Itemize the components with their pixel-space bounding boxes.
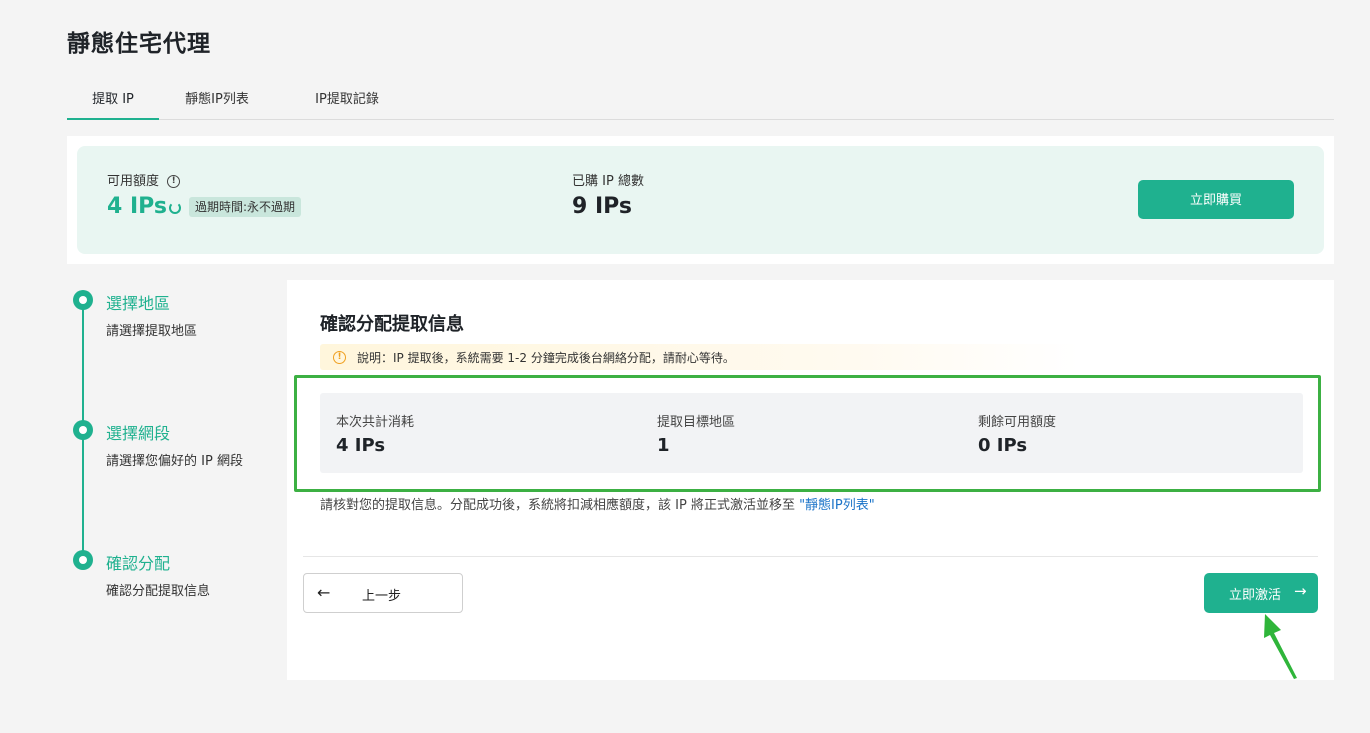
buy-now-button[interactable]: 立即購買: [1138, 180, 1294, 219]
stats-box: 本次共計消耗 4 IPs 提取目標地區 1 剩餘可用額度 0 IPs: [320, 393, 1303, 473]
tab-static-ip-list[interactable]: 靜態IP列表: [167, 82, 267, 120]
stat-remaining-label: 剩餘可用額度: [978, 415, 1057, 430]
purchased-total-label: 已購 IP 總數: [572, 174, 644, 189]
confirm-text: 請核對您的提取信息。分配成功後，系統將扣減相應額度，該 IP 將正式激活並移至 …: [320, 494, 875, 513]
page-title: 靜態住宅代理: [67, 31, 211, 57]
stat-target-region-value: 1: [657, 435, 670, 456]
summary-card: 可用額度 ! 4 IPs 過期時間:永不過期 已購 IP 總數 9 IPs 立即…: [77, 146, 1324, 254]
arrow-left-icon: ←: [317, 583, 331, 602]
stat-target-region-label: 提取目標地區: [657, 415, 736, 430]
available-quota-label: 可用額度: [107, 174, 160, 189]
step-1-desc: 請選擇提取地區: [106, 324, 198, 339]
back-button[interactable]: ← 上一步: [303, 573, 463, 613]
confirm-text-body: 請核對您的提取信息。分配成功後，系統將扣減相應額度，該 IP 將正式激活並移至: [320, 498, 800, 513]
expire-badge: 過期時間:永不過期: [189, 197, 302, 217]
purchased-total-value: 9 IPs: [572, 194, 632, 219]
warning-icon: !: [333, 351, 346, 364]
stat-consumption-value: 4 IPs: [336, 435, 386, 456]
activate-now-button[interactable]: 立即激活 →: [1204, 573, 1318, 613]
notice-text: 說明：IP 提取後，系統需要 1-2 分鐘完成後台網絡分配，請耐心等待。: [357, 351, 735, 365]
step-2-desc: 請選擇您偏好的 IP 網段: [106, 454, 243, 469]
highlight-box: 本次共計消耗 4 IPs 提取目標地區 1 剩餘可用額度 0 IPs: [294, 375, 1321, 492]
step-2-dot-icon: [73, 420, 93, 440]
back-button-label: 上一步: [362, 589, 402, 604]
step-3-desc: 確認分配提取信息: [106, 584, 211, 599]
panel-title: 確認分配提取信息: [320, 314, 464, 335]
activate-button-label: 立即激活: [1229, 588, 1282, 603]
page: 靜態住宅代理 提取 IP 靜態IP列表 IP提取記錄 可用額度 ! 4 IPs …: [0, 0, 1370, 733]
static-ip-list-link[interactable]: "靜態IP列表": [799, 498, 875, 513]
available-quota-heading: 可用額度 !: [107, 170, 181, 189]
stepper: 選擇地區 請選擇提取地區 選擇網段 請選擇您偏好的 IP 網段 確認分配 確認分…: [72, 288, 272, 618]
stat-consumption-label: 本次共計消耗: [336, 415, 415, 430]
tab-ip-extract-records[interactable]: IP提取記錄: [287, 82, 407, 120]
divider: [303, 556, 1318, 557]
annotation-arrow-icon: [1264, 614, 1297, 679]
step-3-title: 確認分配: [106, 554, 171, 573]
step-1-dot-icon: [73, 290, 93, 310]
step-1-title: 選擇地區: [106, 294, 171, 313]
summary-section: 可用額度 ! 4 IPs 過期時間:永不過期 已購 IP 總數 9 IPs 立即…: [67, 136, 1334, 264]
refresh-icon[interactable]: [169, 202, 181, 214]
available-quota-value: 4 IPs: [107, 194, 167, 219]
arrow-right-icon: →: [1294, 582, 1307, 600]
notice-banner: ! 說明：IP 提取後，系統需要 1-2 分鐘完成後台網絡分配，請耐心等待。: [320, 344, 1080, 370]
tab-bar: 提取 IP 靜態IP列表 IP提取記錄: [67, 82, 1334, 120]
info-icon[interactable]: !: [167, 175, 181, 188]
confirm-panel: 確認分配提取信息 ! 說明：IP 提取後，系統需要 1-2 分鐘完成後台網絡分配…: [287, 280, 1334, 680]
step-2-title: 選擇網段: [106, 424, 171, 443]
step-3-dot-icon: [73, 550, 93, 570]
tab-extract-ip[interactable]: 提取 IP: [67, 82, 159, 120]
stat-remaining-value: 0 IPs: [978, 435, 1028, 456]
